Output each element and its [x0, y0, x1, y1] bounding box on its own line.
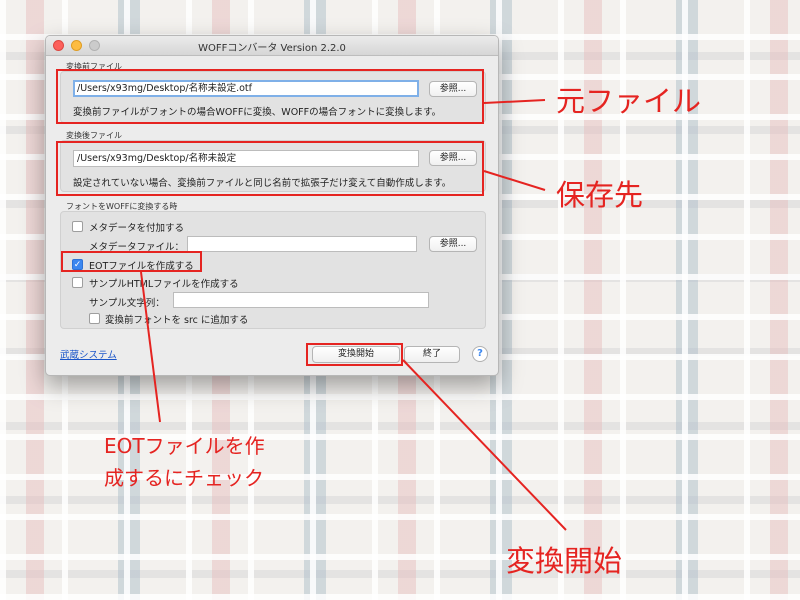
- source-file-callout: 元ファイル: [556, 84, 702, 118]
- save-dest-callout: 保存先: [556, 178, 644, 212]
- convert-connector-line: [402, 359, 567, 531]
- start-convert-callout: 変換開始: [506, 544, 623, 578]
- eot-connector-line: [140, 271, 161, 423]
- check-eot-callout: EOTファイルを作成するにチェック: [104, 434, 265, 490]
- dest-connector-line: [483, 170, 546, 191]
- source-connector-line: [483, 99, 546, 104]
